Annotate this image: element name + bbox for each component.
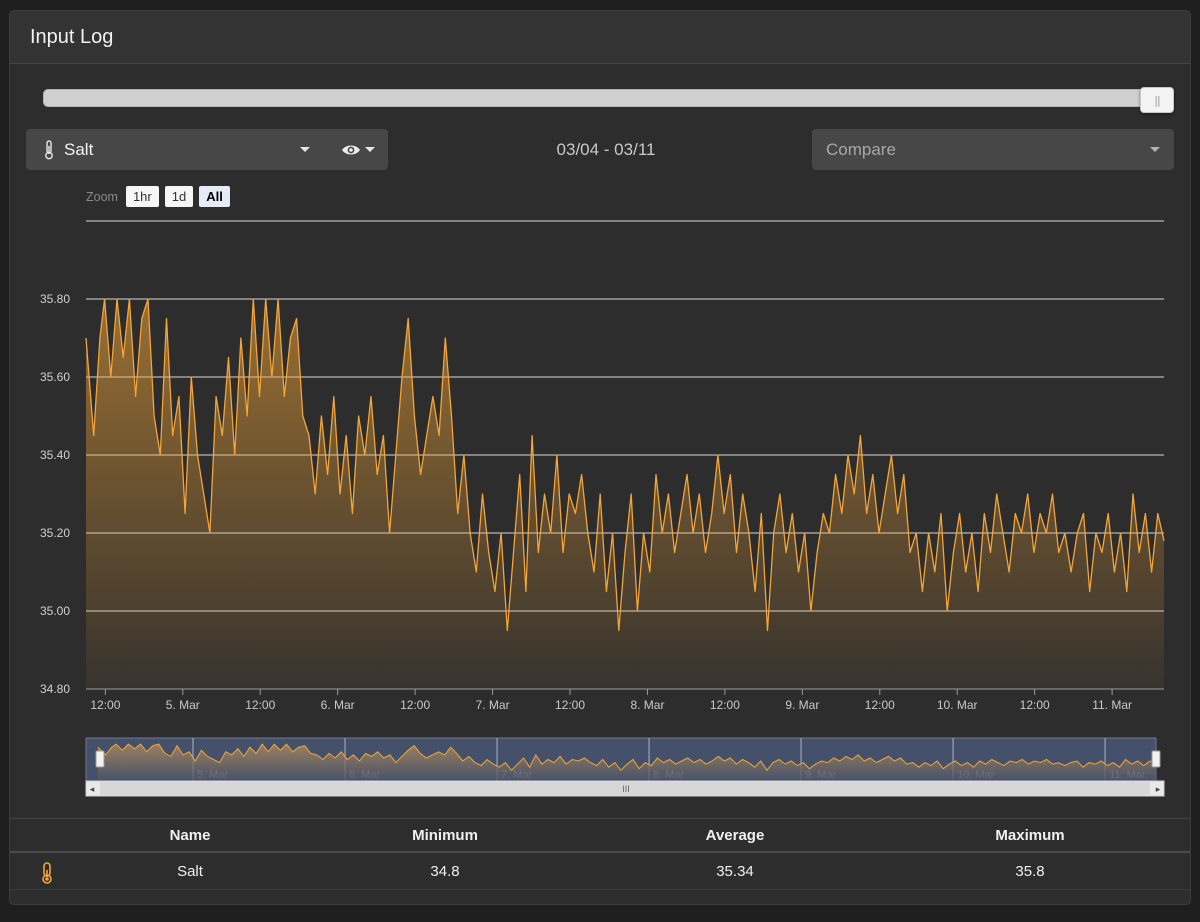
navigator-handle-left[interactable] xyxy=(95,750,105,768)
row-maximum: 35.8 xyxy=(1015,862,1045,880)
x-tick-label: 11. Mar xyxy=(1092,698,1132,712)
x-tick-label: 9. Mar xyxy=(785,698,819,712)
y-tick-label: 35.80 xyxy=(40,292,70,306)
x-tick-label: 10. Mar xyxy=(937,698,978,712)
navigator[interactable]: 5. Mar6. Mar7. Mar8. Mar9. Mar10. Mar11.… xyxy=(85,737,1165,797)
y-tick-label: 35.40 xyxy=(40,448,70,462)
x-tick-label: 12:00 xyxy=(1020,698,1050,712)
thermometer-icon xyxy=(42,862,52,884)
y-tick-label: 35.60 xyxy=(40,370,70,384)
table-row: Salt 34.8 35.34 35.8 xyxy=(10,853,1190,890)
x-tick-label: 12:00 xyxy=(245,698,275,712)
input-log-panel: Input Log || Salt 03/04 - 03/11 Compare … xyxy=(9,10,1191,905)
header-maximum: Maximum xyxy=(995,826,1065,844)
x-tick-label: 8. Mar xyxy=(630,698,664,712)
header-average: Average xyxy=(705,826,765,844)
scroll-right-icon: ▸ xyxy=(1156,784,1161,794)
x-tick-label: 6. Mar xyxy=(321,698,355,712)
y-axis: 34.80 35.00 35.20 35.40 35.60 35.80 xyxy=(40,292,70,696)
x-tick-label: 12:00 xyxy=(400,698,430,712)
salt-area xyxy=(86,299,1164,689)
y-tick-label: 35.20 xyxy=(40,526,70,540)
header-minimum: Minimum xyxy=(412,826,478,844)
x-tick-label: 7. Mar xyxy=(476,698,510,712)
x-axis: 12:00 5. Mar 12:00 6. Mar 12:00 7. Mar 12:00 8.… xyxy=(90,689,1132,712)
salt-series xyxy=(85,298,1165,689)
salt-chart: 34.80 35.00 35.20 35.40 35.60 35.80 12:00 5. M… xyxy=(40,220,1165,797)
x-tick-label: 12:00 xyxy=(865,698,895,712)
stats-table: Name Minimum Average Maximum Salt 34.8 3… xyxy=(10,818,1190,890)
x-tick-label: 12:00 xyxy=(555,698,585,712)
scroll-left-icon: ◂ xyxy=(90,784,95,794)
x-tick-label: 5. Mar xyxy=(166,698,200,712)
y-tick-label: 34.80 xyxy=(40,682,70,696)
navigator-handle-right[interactable] xyxy=(1151,750,1161,768)
row-name: Salt xyxy=(177,862,203,880)
header-name: Name xyxy=(169,826,211,844)
row-minimum: 34.8 xyxy=(430,862,460,880)
table-header: Name Minimum Average Maximum xyxy=(10,818,1190,853)
y-tick-label: 35.00 xyxy=(40,604,70,618)
grip-icon: III xyxy=(622,784,630,794)
x-tick-label: 12:00 xyxy=(710,698,740,712)
x-tick-label: 12:00 xyxy=(90,698,120,712)
row-average: 35.34 xyxy=(716,862,754,880)
